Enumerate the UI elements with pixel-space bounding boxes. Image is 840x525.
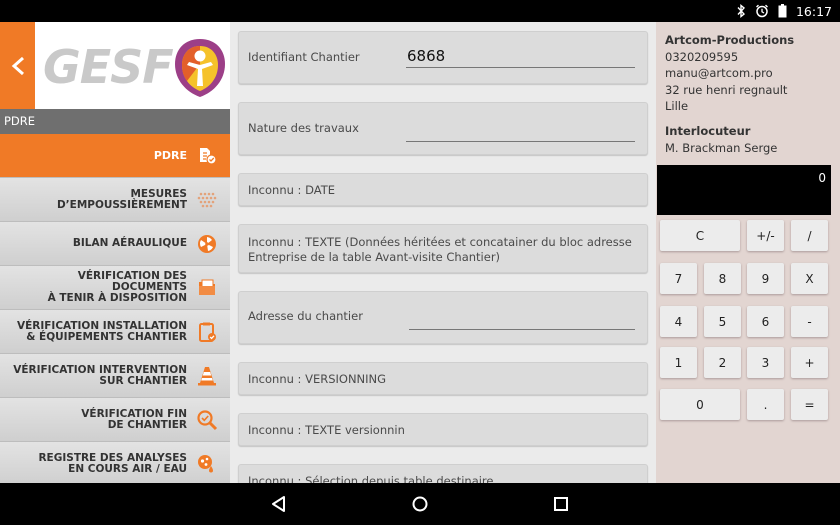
app-root: 16:17 GESF PDRE PDRE MESURES D’EMPOUSSIÈ… [0, 0, 840, 525]
field-inconnu-date[interactable]: Inconnu : DATE [238, 173, 648, 206]
calculator-display: 0 [657, 165, 831, 215]
field-identifiant-chantier: Identifiant Chantier 6868 [238, 31, 648, 84]
logo-area: GESF [0, 22, 230, 109]
calc-key-sign[interactable]: +/- [747, 220, 784, 251]
sidebar-item-label: VÉRIFICATION INTERVENTION SUR CHANTIER [13, 363, 187, 387]
field-inconnu-versionning[interactable]: Inconnu : VERSIONNING [238, 362, 648, 395]
sidebar-item-fin-chantier[interactable]: VÉRIFICATION FIN DE CHANTIER [0, 398, 230, 442]
phone-number: 0320209595 [665, 49, 739, 64]
nav-back-button[interactable] [267, 492, 291, 516]
calc-key-2[interactable]: 2 [704, 347, 741, 378]
sidebar-item-label: BILAN AÉRAULIQUE [72, 237, 187, 249]
field-label: Identifiant Chantier [248, 50, 360, 64]
field-label: Adresse du chantier [248, 309, 363, 323]
sidebar-item-label: REGISTRE DES ANALYSES EN COURS AIR / EAU [38, 451, 187, 475]
navigation-bar [0, 483, 840, 525]
folder-icon [199, 279, 215, 295]
sidebar-item-mesures[interactable]: MESURES D’EMPOUSSIÈREMENT [0, 178, 230, 222]
field-inconnu-texte-versionnin[interactable]: Inconnu : TEXTE versionnin [238, 413, 648, 446]
field-label: Inconnu : Sélection depuis table destina… [248, 474, 494, 483]
chevron-left-icon [11, 56, 24, 75]
sidebar-item-documents[interactable]: VÉRIFICATION DES DOCUMENTS À TENIR À DIS… [0, 266, 230, 310]
menu-list: PDRE MESURES D’EMPOUSSIÈREMENT BILAN AÉR… [0, 134, 230, 483]
field-adresse-chantier: Adresse du chantier [238, 291, 648, 344]
field-label: Inconnu : DATE [248, 183, 336, 197]
field-label: Inconnu : TEXTE versionnin [248, 423, 405, 437]
nature-travaux-input[interactable] [406, 120, 635, 142]
circle-home-icon [412, 496, 428, 512]
right-panel: Artcom-Productions 0320209595 manu@artco… [656, 22, 840, 483]
field-inconnu-texte[interactable]: Inconnu : TEXTE (Données héritées et con… [238, 224, 648, 273]
analysis-icon [198, 455, 213, 473]
sidebar-item-label: MESURES D’EMPOUSSIÈREMENT [56, 187, 187, 211]
dust-measure-icon [197, 192, 217, 208]
calc-key-decimal[interactable]: . [747, 389, 784, 420]
calc-key-divide[interactable]: / [791, 220, 828, 251]
field-label: Nature des travaux [248, 121, 359, 135]
field-nature-travaux: Nature des travaux [238, 102, 648, 155]
company-name: Artcom-Productions [665, 33, 795, 47]
traffic-cone-icon [198, 367, 216, 386]
square-recents-icon [554, 497, 568, 511]
form-area: Identifiant Chantier 6868 Nature des tra… [230, 22, 656, 483]
clipboard-check-icon [199, 322, 216, 342]
back-button[interactable] [0, 22, 35, 109]
status-bar: 16:17 [0, 0, 840, 22]
interlocutor-name: M. Brackman Serge [665, 141, 778, 155]
field-label: Inconnu : VERSIONNING [248, 372, 387, 386]
sidebar-item-pdre[interactable]: PDRE [0, 134, 230, 178]
sidebar-item-label: PDRE [153, 149, 187, 162]
magnifier-check-icon [197, 410, 218, 431]
interlocutor-label: Interlocuteur [665, 124, 751, 138]
calc-key-4[interactable]: 4 [660, 306, 697, 337]
logo-emblem-icon [175, 39, 225, 97]
calc-key-5[interactable]: 5 [704, 306, 741, 337]
field-inconnu-selection[interactable]: Inconnu : Sélection depuis table destina… [238, 464, 648, 483]
adresse-chantier-input[interactable] [409, 308, 635, 330]
nav-home-button[interactable] [408, 492, 432, 516]
battery-icon [778, 4, 787, 18]
identifiant-chantier-input[interactable]: 6868 [406, 46, 635, 68]
fan-icon [198, 235, 216, 253]
calc-key-1[interactable]: 1 [660, 347, 697, 378]
calc-key-0[interactable]: 0 [660, 389, 740, 420]
status-icons: 16:17 [736, 0, 832, 22]
sidebar-item-intervention[interactable]: VÉRIFICATION INTERVENTION SUR CHANTIER [0, 354, 230, 398]
calc-key-minus[interactable]: - [791, 306, 828, 337]
bluetooth-icon [736, 4, 746, 18]
logo-text: GESF [43, 40, 174, 94]
calc-key-9[interactable]: 9 [747, 263, 784, 294]
sidebar-item-label: VÉRIFICATION FIN DE CHANTIER [81, 407, 187, 431]
contact-info: Artcom-Productions 0320209595 manu@artco… [665, 32, 794, 115]
field-label: Inconnu : TEXTE (Données héritées et con… [248, 235, 632, 264]
alarm-icon [755, 4, 769, 18]
sidebar: GESF PDRE PDRE MESURES D’EMPOUSSIÈREMENT [0, 22, 230, 483]
status-clock: 16:17 [795, 3, 832, 19]
calc-key-plus[interactable]: + [791, 347, 828, 378]
calc-key-multiply[interactable]: X [791, 263, 828, 294]
section-header: PDRE [0, 109, 230, 134]
nav-recents-button[interactable] [549, 492, 573, 516]
calc-key-6[interactable]: 6 [747, 306, 784, 337]
sidebar-item-label: VÉRIFICATION INSTALLATION & ÉQUIPEMENTS … [16, 319, 187, 343]
sidebar-item-installation[interactable]: VÉRIFICATION INSTALLATION & ÉQUIPEMENTS … [0, 310, 230, 354]
city: Lille [665, 99, 689, 113]
street-address: 32 rue henri regnault [665, 82, 788, 97]
calc-key-3[interactable]: 3 [747, 347, 784, 378]
pdre-icon [200, 148, 217, 165]
calc-key-7[interactable]: 7 [660, 263, 697, 294]
calc-key-equals[interactable]: = [791, 389, 828, 420]
sidebar-item-bilan[interactable]: BILAN AÉRAULIQUE [0, 222, 230, 266]
sidebar-item-registre[interactable]: REGISTRE DES ANALYSES EN COURS AIR / EAU [0, 442, 230, 483]
calc-key-clear[interactable]: C [660, 220, 740, 251]
sidebar-item-label: VÉRIFICATION DES DOCUMENTS À TENIR À DIS… [47, 270, 187, 304]
email-address: manu@artcom.pro [665, 66, 773, 80]
triangle-back-icon [272, 496, 285, 512]
calc-key-8[interactable]: 8 [704, 263, 741, 294]
